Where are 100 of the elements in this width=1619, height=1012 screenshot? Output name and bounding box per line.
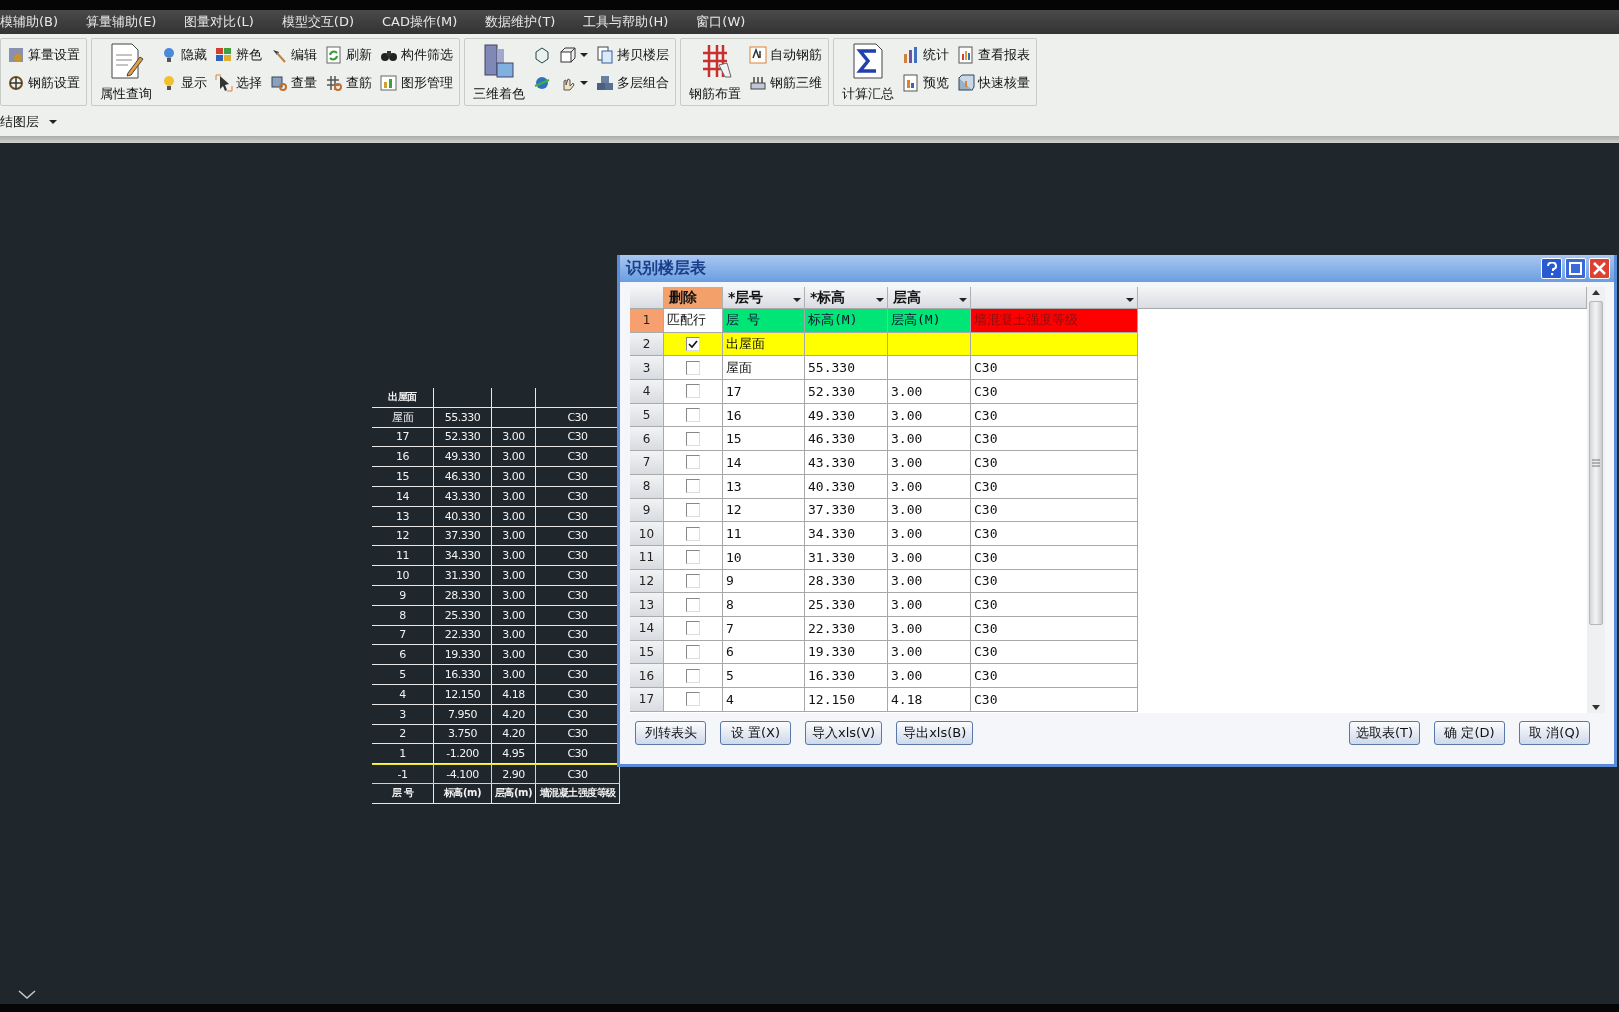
checkbox[interactable]: [686, 337, 700, 352]
toolbar-button[interactable]: 算量设置: [7, 46, 80, 64]
checkbox[interactable]: [686, 360, 700, 375]
table-cell: 15: [723, 427, 805, 452]
table-cell: C30: [971, 688, 1138, 712]
menu-item[interactable]: 模辅助(B): [0, 13, 59, 31]
toolbar-icon-button[interactable]: [533, 46, 551, 64]
dialog-button[interactable]: 设 置(X): [720, 721, 791, 745]
column-header[interactable]: *标高: [805, 287, 888, 308]
cad-table-cell: -1.200: [434, 744, 492, 765]
toolbar-button[interactable]: 图形管理: [380, 74, 453, 92]
checkbox[interactable]: [686, 455, 700, 470]
checkbox[interactable]: [686, 668, 700, 683]
checkbox[interactable]: [686, 479, 700, 494]
cad-table-cell: 52.330: [434, 427, 492, 448]
toolbar-button[interactable]: 选择: [215, 74, 262, 92]
caret-icon: [959, 296, 967, 303]
menu-item[interactable]: 算量辅助(E): [86, 13, 157, 31]
cursor-icon: [215, 74, 233, 92]
dialog-button[interactable]: 取 消(Q): [1519, 721, 1590, 745]
column-header[interactable]: *层号: [723, 287, 805, 308]
checkbox[interactable]: [686, 573, 700, 588]
toolbar-button[interactable]: 快速核量: [957, 74, 1030, 92]
checkbox[interactable]: [686, 431, 700, 446]
checkbox[interactable]: [686, 526, 700, 541]
toolbar-button[interactable]: 隐藏: [160, 46, 207, 64]
checkbox[interactable]: [686, 550, 700, 565]
toolbar-button[interactable]: 钢筋设置: [7, 74, 80, 92]
toolbar-button[interactable]: 显示: [160, 74, 207, 92]
checkbox[interactable]: [686, 384, 700, 399]
menu-item[interactable]: CAD操作(M): [381, 13, 458, 31]
cad-table-cell: 31.330: [434, 566, 492, 586]
cad-table-cell: 28.330: [434, 585, 492, 606]
cad-table-cell: 3.00: [492, 467, 536, 487]
chevron-down-icon: [18, 990, 36, 1000]
checkbox[interactable]: [686, 597, 700, 612]
menu-item[interactable]: 模型交互(D): [281, 13, 354, 31]
table-cell: 3.00: [888, 403, 971, 428]
cad-table-cell: 3.750: [434, 724, 492, 745]
dialog-button[interactable]: 列转表头: [635, 721, 706, 745]
table-cell: 6: [723, 640, 805, 665]
menu-item[interactable]: 图量对比(L): [184, 13, 254, 31]
globe-icon: [533, 74, 551, 92]
toolbar-large-button[interactable]: 钢筋布置: [687, 41, 743, 103]
dialog-button[interactable]: 选取表(T): [1348, 721, 1420, 745]
color-grid-icon: [215, 46, 233, 64]
layer-dropdown[interactable]: 结图层: [0, 113, 57, 131]
checkbox[interactable]: [686, 644, 700, 659]
cad-table-cell: 15: [372, 467, 434, 487]
menu-item[interactable]: 数据维护(T): [485, 13, 556, 31]
cad-table-cell: 49.330: [434, 447, 492, 468]
row-number: 10: [630, 522, 664, 546]
column-header[interactable]: 删除: [664, 287, 723, 308]
toolbar-button[interactable]: 辨色: [215, 46, 262, 64]
toolbar-button[interactable]: 查看报表: [957, 46, 1030, 64]
report-icon: [957, 46, 975, 64]
toolbar-button[interactable]: 自动钢筋: [749, 46, 822, 64]
column-header[interactable]: 层高: [888, 287, 971, 308]
dialog-button[interactable]: 导出xls(B): [896, 721, 974, 745]
checkbox[interactable]: [686, 408, 700, 423]
toolbar-button[interactable]: 编辑: [270, 46, 317, 64]
table-cell: 3.00: [888, 522, 971, 546]
cad-table-cell: 3.00: [492, 447, 536, 468]
toolbar-large-button[interactable]: 计算汇总: [840, 41, 896, 103]
refresh-icon: [325, 46, 343, 64]
toolbar-icon-button[interactable]: [559, 46, 588, 64]
cad-table-cell: 屋面: [372, 407, 434, 428]
toolbar-button[interactable]: 查筋: [325, 74, 372, 92]
table-cell: 49.330: [805, 403, 888, 428]
cad-table-cell: 4.95: [492, 744, 536, 765]
maximize-icon: [1569, 262, 1582, 275]
scrollbar[interactable]: [1587, 287, 1605, 713]
cad-table-cell: 16: [372, 447, 434, 468]
checkbox[interactable]: [686, 621, 700, 636]
checkbox[interactable]: [686, 502, 700, 517]
toolbar-button[interactable]: 刷新: [325, 46, 372, 64]
toolbar-button[interactable]: 预览: [902, 74, 949, 92]
toolbar-button[interactable]: 拷贝楼层: [596, 46, 669, 64]
toolbar-button[interactable]: 钢筋三维: [749, 74, 822, 92]
dialog-button[interactable]: 确 定(D): [1434, 721, 1505, 745]
dialog-button[interactable]: 导入xls(V): [805, 721, 883, 745]
row-number: 5: [630, 403, 664, 428]
cad-table-cell: -1: [372, 764, 434, 784]
table-cell: 31.330: [805, 545, 888, 570]
maximize-button[interactable]: [1565, 258, 1586, 279]
table-cell: 19.330: [805, 640, 888, 665]
table-cell: C30: [971, 593, 1138, 617]
close-button[interactable]: [1589, 258, 1610, 279]
toolbar-large-button[interactable]: 属性查询: [98, 41, 154, 103]
help-button[interactable]: [1541, 258, 1562, 279]
toolbar-button[interactable]: 构件筛选: [380, 46, 453, 64]
cad-table-cell: 7: [372, 625, 434, 646]
menu-item[interactable]: 窗口(W): [696, 13, 746, 31]
toolbar-button[interactable]: 查量: [270, 74, 317, 92]
toolbar-button[interactable]: 多层组合: [596, 74, 669, 92]
menu-item[interactable]: 工具与帮助(H): [583, 13, 669, 31]
row-number: 11: [630, 545, 664, 570]
toolbar-button[interactable]: 统计: [902, 46, 949, 64]
toolbar-large-button[interactable]: 三维着色: [471, 41, 527, 103]
checkbox[interactable]: [686, 692, 700, 707]
